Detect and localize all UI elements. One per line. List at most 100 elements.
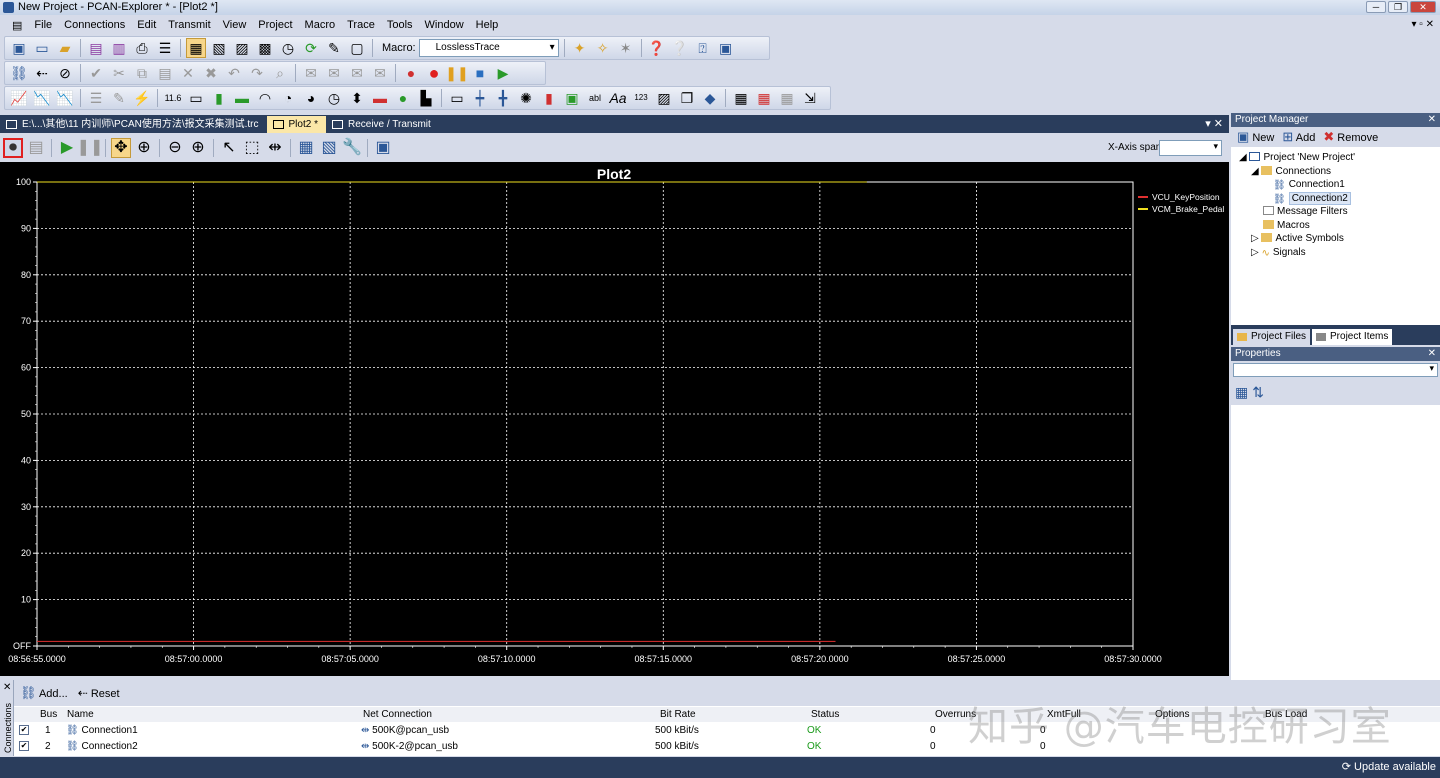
label-icon[interactable]: abl	[585, 88, 605, 108]
view-plot-icon[interactable]: ◷	[278, 38, 298, 58]
xaxis-span-select[interactable]	[1159, 140, 1222, 156]
gauge3-icon[interactable]: ◕	[301, 88, 321, 108]
signals-config-icon[interactable]: ▧	[319, 138, 339, 158]
view-symbols-icon[interactable]: ▩	[255, 38, 275, 58]
view-receive-icon[interactable]: ▧	[209, 38, 229, 58]
signals-add-icon[interactable]: ▦	[296, 138, 316, 158]
connections-side-tab[interactable]: ✕ Connections	[0, 680, 14, 756]
design-icon[interactable]: ▦	[777, 88, 797, 108]
macro-select[interactable]: LosslessTrace	[418, 39, 559, 57]
tab-receive-transmit[interactable]: Receive / Transmit	[326, 116, 439, 133]
record-add-icon[interactable]: ●	[401, 63, 421, 83]
add-connection-button[interactable]: ⛓ Add...	[20, 685, 68, 701]
filter-icon[interactable]: ⊘	[55, 63, 75, 83]
menu-macro[interactable]: Macro	[299, 19, 342, 31]
connect-icon[interactable]: ⛓	[9, 63, 29, 83]
maximize-button[interactable]: ❐	[1388, 1, 1408, 13]
col-bus[interactable]: Bus	[40, 707, 57, 722]
update-available[interactable]: ⟳ Update available	[1342, 757, 1436, 778]
zoom-out-icon[interactable]: ⊖	[165, 138, 185, 158]
msg4-icon[interactable]: ✉	[370, 63, 390, 83]
plot-save-icon[interactable]: ▤	[26, 138, 46, 158]
level-icon[interactable]: ▬	[232, 88, 252, 108]
menu-file[interactable]: File	[28, 19, 58, 31]
menu-doc-icon[interactable]: ▤	[6, 19, 28, 32]
view-window-icon[interactable]: ▢	[347, 38, 367, 58]
delete-icon[interactable]: ✕	[178, 63, 198, 83]
save-all-icon[interactable]: ▥	[109, 38, 129, 58]
tabs-controls[interactable]: ▾ ✕	[1205, 117, 1223, 130]
plot3-icon[interactable]: 📉	[55, 88, 75, 108]
open-icon[interactable]: ▰	[55, 38, 75, 58]
plot2-icon[interactable]: 📉	[32, 88, 52, 108]
col-status[interactable]: Status	[811, 707, 839, 722]
tab-project-items[interactable]: Project Items	[1312, 329, 1393, 345]
msg3-icon[interactable]: ✉	[347, 63, 367, 83]
new-project-icon[interactable]: ▣	[9, 38, 29, 58]
menu-view[interactable]: View	[217, 19, 253, 31]
new-button[interactable]: ▣ New	[1237, 129, 1274, 145]
view-refresh-icon[interactable]: ⟳	[301, 38, 321, 58]
list-icon[interactable]: ☰	[86, 88, 106, 108]
chart-icon[interactable]: ▙	[416, 88, 436, 108]
edit-icon[interactable]: ✎	[109, 88, 129, 108]
menu-tools[interactable]: Tools	[381, 19, 419, 31]
tank-icon[interactable]: ▣	[562, 88, 582, 108]
plot-play-icon[interactable]: ▶	[57, 138, 77, 158]
minimize-button[interactable]: ─	[1366, 1, 1386, 13]
gauge4-icon[interactable]: ◷	[324, 88, 344, 108]
tree-item-macros[interactable]: Macros	[1239, 219, 1440, 233]
cut-icon[interactable]: ✂	[109, 63, 129, 83]
col-bit-rate[interactable]: Bit Rate	[660, 707, 696, 722]
redo-icon[interactable]: ↷	[247, 63, 267, 83]
tab-project-files[interactable]: Project Files	[1233, 329, 1311, 345]
close-icon[interactable]: ✕	[1428, 347, 1436, 361]
stop-mode-icon[interactable]: ▦	[754, 88, 774, 108]
col-name[interactable]: Name	[67, 707, 94, 722]
plot-icon[interactable]: 📈	[9, 88, 29, 108]
tree-item-connections[interactable]: ◢ Connections	[1239, 165, 1440, 179]
menu-trace[interactable]: Trace	[341, 19, 381, 31]
run-mode-icon[interactable]: ▦	[731, 88, 751, 108]
find-icon[interactable]: ⌕	[270, 63, 290, 83]
flash-icon[interactable]: ⚡	[132, 88, 152, 108]
print-icon[interactable]: ⎙	[132, 38, 152, 58]
help-context-icon[interactable]: ❔	[670, 38, 690, 58]
categorized-icon[interactable]: ▦	[1235, 384, 1248, 401]
tree-item-signals[interactable]: ▷ ∿ Signals	[1239, 246, 1440, 260]
msg2-icon[interactable]: ✉	[324, 63, 344, 83]
menu-project[interactable]: Project	[252, 19, 298, 31]
back-icon[interactable]: ⇠	[32, 63, 52, 83]
settings-icon[interactable]: 🔧	[342, 138, 362, 158]
tab-trace-file[interactable]: E:\...\其他\11 内训师\PCAN使用方法\报文采集测试.trc	[0, 116, 267, 133]
record-plot-icon[interactable]: ⏺	[3, 138, 23, 158]
macro-stop-icon[interactable]: ✶	[616, 38, 636, 58]
plot-area[interactable]: Plot2 OFF 10 20 30 40 50 60 70 80 90 100 08:56:55.00…	[0, 162, 1229, 676]
counter-icon[interactable]: 123	[631, 88, 651, 108]
tree-item-connection1[interactable]: ⛓ Connection1	[1239, 178, 1440, 192]
macro-run-icon[interactable]: ✦	[570, 38, 590, 58]
tab-plot2[interactable]: Plot2 *	[266, 116, 326, 133]
plot-pause-icon[interactable]: ❚❚	[77, 138, 104, 158]
properties-object-select[interactable]	[1233, 363, 1438, 377]
close-icon[interactable]: ✕	[1428, 113, 1436, 127]
knob-icon[interactable]: ✺	[516, 88, 536, 108]
slider-icon[interactable]: ⬍	[347, 88, 367, 108]
add-button[interactable]: ⊞ Add	[1282, 129, 1315, 145]
copy-icon[interactable]: ⧉	[132, 63, 152, 83]
tree-item-active-symbols[interactable]: ▷ Active Symbols	[1239, 232, 1440, 246]
msg-icon[interactable]: ✉	[301, 63, 321, 83]
reset-button[interactable]: ⇠ Reset	[78, 686, 120, 700]
close-icon[interactable]: ✕	[3, 682, 11, 693]
font-icon[interactable]: Aa	[608, 88, 628, 108]
check-icon[interactable]: ✔	[86, 63, 106, 83]
stop-icon[interactable]: ■	[470, 63, 490, 83]
sort-alpha-icon[interactable]: ⇅	[1252, 384, 1264, 401]
remove-button[interactable]: ✖ Remove	[1323, 129, 1378, 145]
save-icon[interactable]: ▤	[86, 38, 106, 58]
help-search-icon[interactable]: ⍰	[693, 38, 713, 58]
zoom-in-icon[interactable]: ⊕	[188, 138, 208, 158]
menu-window[interactable]: Window	[419, 19, 470, 31]
col-net-connection[interactable]: Net Connection	[363, 707, 432, 722]
view-edit-icon[interactable]: ✎	[324, 38, 344, 58]
